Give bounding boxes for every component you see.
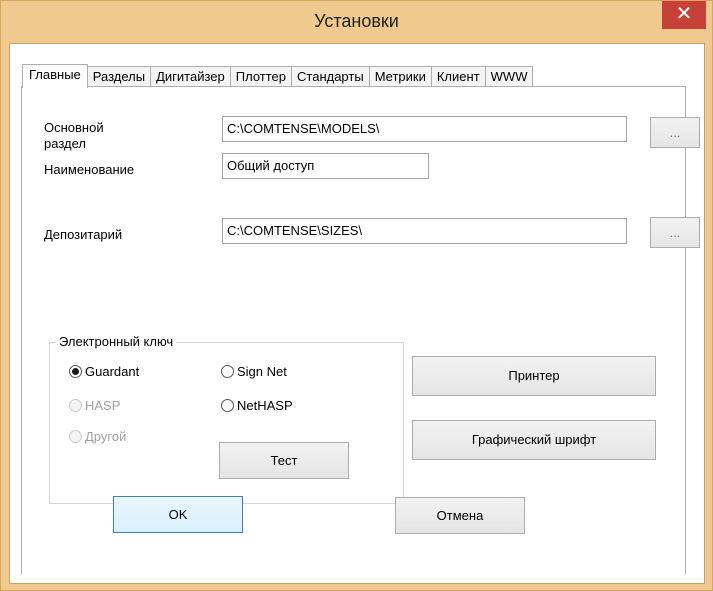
base-section-field[interactable]: C:\COMTENSE\MODELS\ xyxy=(222,116,627,142)
window-title: Установки xyxy=(314,11,399,31)
depository-label: Депозитарий xyxy=(44,227,123,242)
tab-main[interactable]: Главные xyxy=(22,64,88,88)
radio-guardant[interactable]: Guardant xyxy=(69,364,139,379)
tab-panel-main: Основной раздел C:\COMTENSE\MODELS\ ... … xyxy=(21,86,700,574)
test-button[interactable]: Тест xyxy=(219,442,349,479)
base-section-label: Основной раздел xyxy=(44,120,104,151)
radio-checked-icon xyxy=(69,365,82,378)
radio-icon xyxy=(221,399,234,412)
electronic-key-group: Электронный ключ Guardant Sign Net HASP … xyxy=(49,334,404,504)
ok-button[interactable]: OK xyxy=(113,496,243,533)
tab-client[interactable]: Клиент xyxy=(430,66,486,87)
radio-other: Другой xyxy=(69,429,126,444)
cancel-button[interactable]: Отмена xyxy=(395,497,525,534)
radio-icon xyxy=(69,430,82,443)
tab-www[interactable]: WWW xyxy=(484,66,534,87)
base-section-browse-button[interactable]: ... xyxy=(650,117,700,148)
title-bar[interactable]: Установки ✕ xyxy=(1,1,712,43)
depository-browse-button[interactable]: ... xyxy=(650,217,700,248)
tab-sections[interactable]: Разделы xyxy=(86,66,152,87)
printer-button[interactable]: Принтер xyxy=(412,356,656,396)
graphic-font-button[interactable]: Графический шрифт xyxy=(412,420,656,460)
tab-digitizer[interactable]: Дигитайзер xyxy=(150,66,231,87)
close-button[interactable]: ✕ xyxy=(662,1,706,29)
dialog-client: Главные Разделы Дигитайзер Плоттер Станд… xyxy=(9,43,705,584)
radio-nethasp[interactable]: NetHASP xyxy=(221,398,293,413)
tab-strip: Главные Разделы Дигитайзер Плоттер Станд… xyxy=(22,64,534,88)
radio-icon xyxy=(221,365,234,378)
name-label: Наименование xyxy=(44,162,135,177)
radio-hasp: HASP xyxy=(69,398,120,413)
tab-metrics[interactable]: Метрики xyxy=(368,66,432,87)
group-title: Электронный ключ xyxy=(56,334,177,349)
settings-window: Установки ✕ Главные Разделы Дигитайзер П… xyxy=(0,0,713,591)
close-icon: ✕ xyxy=(675,3,693,25)
tab-plotter[interactable]: Плоттер xyxy=(229,66,293,87)
radio-sign-net[interactable]: Sign Net xyxy=(221,364,287,379)
depository-field[interactable]: C:\COMTENSE\SIZES\ xyxy=(222,218,627,244)
radio-icon xyxy=(69,399,82,412)
name-field[interactable]: Общий доступ xyxy=(222,153,429,179)
tab-standards[interactable]: Стандарты xyxy=(291,66,370,87)
